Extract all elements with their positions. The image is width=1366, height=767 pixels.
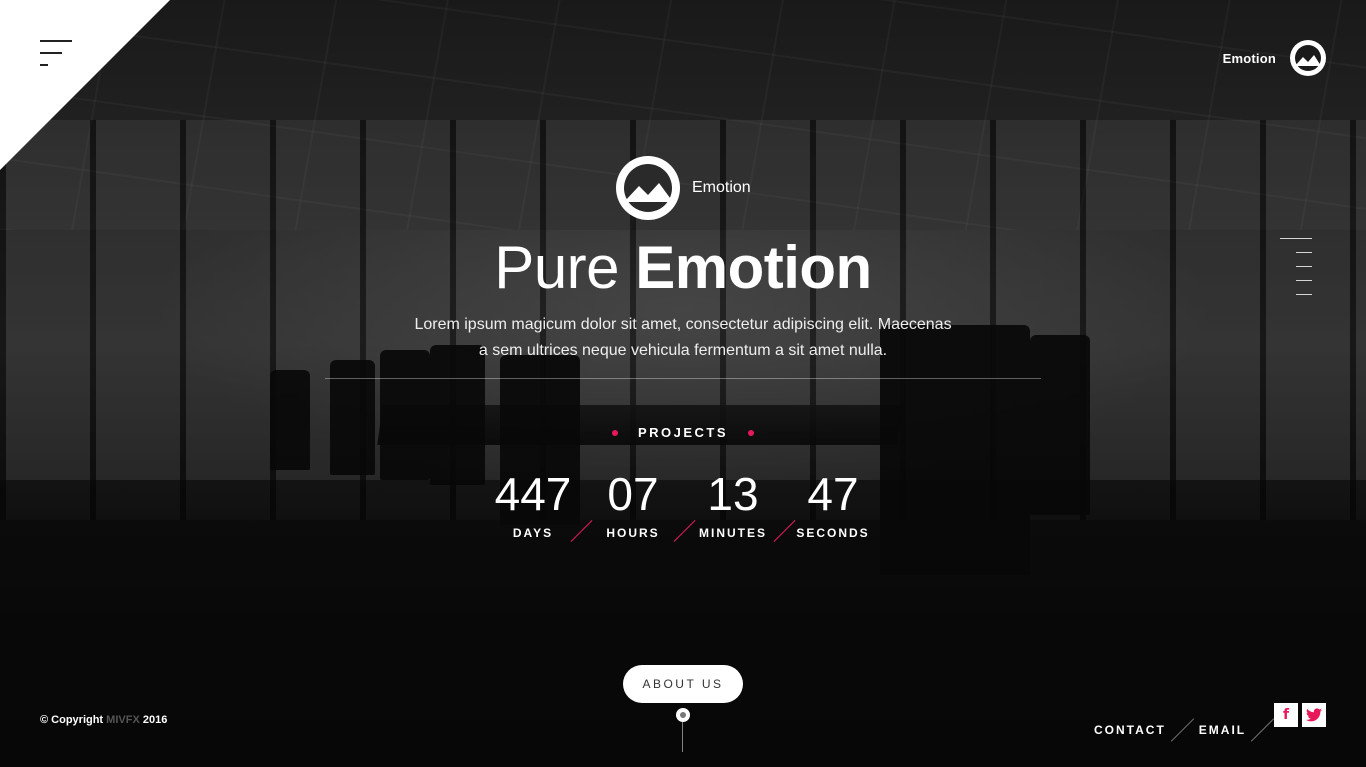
mountain-logo-icon bbox=[1290, 40, 1326, 76]
hero-logo: Emotion bbox=[616, 156, 751, 220]
menu-line bbox=[40, 40, 72, 42]
description-line: a sem ultrices neque vehicula fermentum … bbox=[478, 342, 888, 359]
menu-line bbox=[40, 52, 62, 54]
scroll-indicator-icon[interactable] bbox=[676, 708, 690, 722]
countdown-value: 13 bbox=[707, 468, 759, 520]
email-link[interactable]: EMAIL bbox=[1199, 723, 1246, 737]
overlay bbox=[0, 0, 1366, 767]
contact-link[interactable]: CONTACT bbox=[1094, 723, 1166, 737]
separator-slash bbox=[1170, 718, 1194, 742]
countdown-label: DAYS bbox=[512, 526, 554, 540]
countdown-label: MINUTES bbox=[699, 526, 767, 540]
mountain-logo-icon bbox=[616, 156, 680, 220]
brand-name: Emotion bbox=[1222, 50, 1276, 66]
copyright-brand[interactable]: MIVFX bbox=[106, 714, 140, 726]
menu-line bbox=[40, 64, 48, 66]
hero-logo-name: Emotion bbox=[692, 179, 751, 196]
title-bold: Emotion bbox=[635, 234, 872, 301]
title-light: Pure bbox=[494, 234, 620, 301]
countdown-label: HOURS bbox=[606, 526, 660, 540]
page-title: Pure Emotion bbox=[0, 232, 1366, 304]
about-us-button[interactable]: ABOUT US bbox=[623, 665, 743, 703]
twitter-bird-icon bbox=[1306, 708, 1322, 722]
hero-description: Lorem ipsum magicum dolor sit amet, cons… bbox=[403, 312, 963, 364]
countdown-value: 07 bbox=[607, 468, 659, 520]
copyright-prefix: © Copyright bbox=[40, 714, 104, 726]
background-photo bbox=[0, 0, 1366, 767]
scroll-line bbox=[682, 722, 683, 752]
copyright-year: 2016 bbox=[142, 714, 168, 726]
facebook-icon[interactable]: f bbox=[1274, 703, 1298, 727]
hamburger-menu-icon[interactable] bbox=[40, 40, 72, 66]
countdown-seconds: 47 SECONDS bbox=[796, 468, 870, 540]
footer-links: CONTACT EMAIL bbox=[1094, 714, 1279, 746]
social-links: f bbox=[1274, 703, 1326, 727]
separator-slash bbox=[1250, 718, 1275, 742]
accent-dot bbox=[611, 429, 618, 436]
copyright: © Copyright MIVFX 2016 bbox=[40, 714, 167, 726]
countdown-minutes: 13 MINUTES bbox=[696, 468, 770, 540]
twitter-icon[interactable] bbox=[1302, 703, 1326, 727]
projects-label: PROJECTS bbox=[637, 425, 729, 440]
facebook-glyph: f bbox=[1282, 707, 1290, 723]
countdown-value: 47 bbox=[807, 468, 859, 520]
header-brand[interactable]: Emotion bbox=[1223, 40, 1326, 76]
accent-dot bbox=[748, 429, 755, 436]
countdown-label: SECONDS bbox=[796, 526, 870, 540]
countdown-hours: 07 HOURS bbox=[600, 468, 666, 540]
countdown-value: 447 bbox=[494, 468, 572, 520]
countdown-days: 447 DAYS bbox=[494, 468, 572, 540]
projects-heading: PROJECTS bbox=[0, 425, 1366, 440]
divider bbox=[325, 378, 1041, 379]
description-line: Lorem ipsum magicum dolor sit amet, cons… bbox=[414, 316, 952, 333]
